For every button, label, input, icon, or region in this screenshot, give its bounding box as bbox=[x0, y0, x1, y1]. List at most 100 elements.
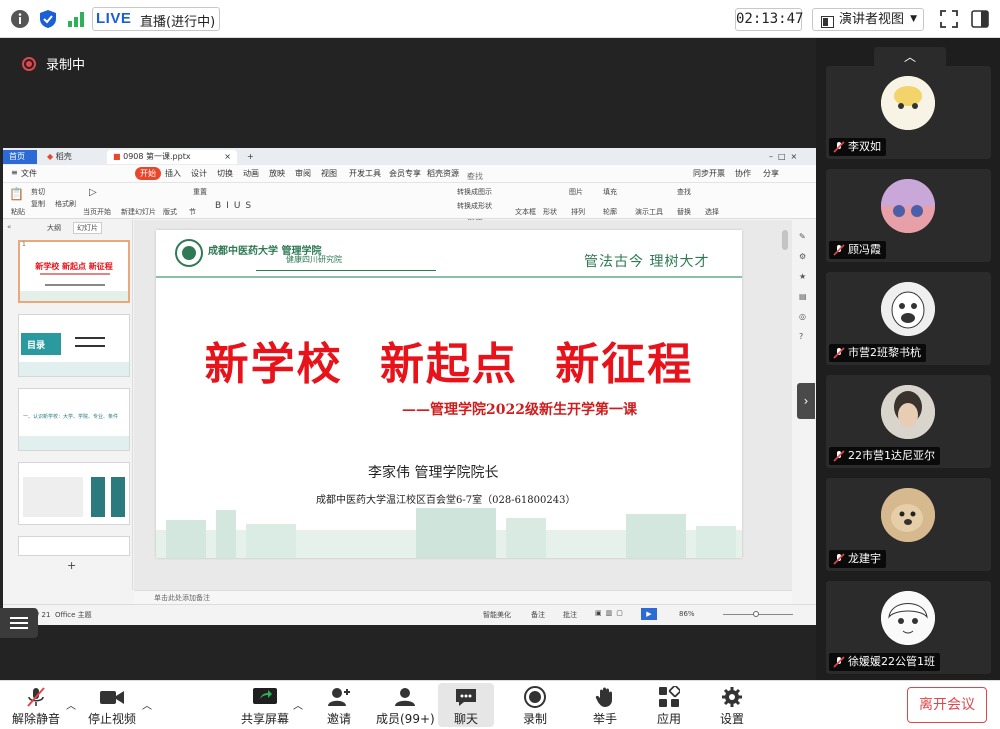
side-panel-toggle-icon[interactable] bbox=[970, 9, 990, 29]
members-button[interactable]: 成员(99+) bbox=[376, 685, 435, 727]
paste-icon[interactable]: 📋 bbox=[9, 187, 24, 201]
status-notes[interactable]: 备注 bbox=[531, 610, 545, 620]
textbox-button[interactable]: 文本框 bbox=[515, 207, 536, 217]
convert-shape-button[interactable]: 转换成形状 bbox=[457, 201, 492, 211]
tab-outline[interactable]: 大纲 bbox=[47, 223, 61, 233]
slide-thumb-5[interactable] bbox=[18, 536, 130, 556]
view-mode-button[interactable]: 演讲者视图 ▼ bbox=[812, 8, 924, 31]
collapse-panel-icon[interactable]: « bbox=[7, 223, 11, 231]
hamburger-icon[interactable]: ≡ bbox=[11, 168, 18, 177]
apps-button[interactable]: 应用 bbox=[656, 685, 682, 727]
fullscreen-icon[interactable] bbox=[939, 9, 959, 29]
invite-button[interactable]: 邀请 bbox=[326, 685, 352, 727]
add-slide-icon[interactable]: + bbox=[67, 559, 76, 572]
replace-button[interactable]: 替换 bbox=[677, 207, 691, 217]
notes-area[interactable]: 单击此处添加备注 bbox=[134, 590, 792, 604]
slide-thumb-3[interactable]: 一、认识新学校：大学、学院、专业、条件 bbox=[18, 388, 130, 451]
find-button[interactable]: 查找 bbox=[677, 187, 691, 197]
menu-review[interactable]: 审阅 bbox=[295, 168, 311, 179]
menu-insert[interactable]: 插入 bbox=[165, 168, 181, 179]
participant-tile[interactable]: 李双如 bbox=[826, 66, 991, 159]
select-button[interactable]: 选择 bbox=[705, 207, 719, 217]
slide-thumb-4[interactable] bbox=[18, 462, 130, 525]
share-options-caret-icon[interactable]: ︿ bbox=[293, 697, 303, 712]
fill-button[interactable]: 填充 bbox=[603, 187, 617, 197]
chat-button[interactable]: 聊天 bbox=[438, 683, 494, 727]
audio-options-caret-icon[interactable]: ︿ bbox=[66, 697, 76, 712]
tool-icon[interactable]: ▤ bbox=[799, 292, 807, 301]
participant-tile[interactable]: 22市营1达尼亚尔 bbox=[826, 375, 991, 468]
section-button[interactable]: 节 bbox=[189, 207, 196, 217]
menu-member[interactable]: 会员专享 bbox=[389, 168, 421, 179]
tab-docer[interactable]: ◆ 稻壳 bbox=[41, 150, 78, 164]
format-painter-button[interactable]: 格式刷 bbox=[55, 199, 76, 209]
share-button[interactable]: 分享 bbox=[763, 168, 779, 179]
tab-slides[interactable]: 幻灯片 bbox=[73, 222, 102, 234]
status-beautify[interactable]: 智能美化 bbox=[483, 610, 511, 620]
menu-file[interactable]: 文件 bbox=[21, 168, 37, 179]
menu-animation[interactable]: 动画 bbox=[243, 168, 259, 179]
stop-video-button[interactable]: 停止视频 bbox=[88, 685, 136, 727]
slide-thumb-2[interactable]: 目录 bbox=[18, 314, 130, 377]
tool-icon[interactable]: ★ bbox=[799, 272, 806, 281]
tool-icon[interactable]: ? bbox=[799, 332, 803, 341]
reset-button[interactable]: 重置 bbox=[193, 187, 207, 197]
unmute-button[interactable]: 解除静音 bbox=[12, 685, 60, 727]
share-screen-button[interactable]: 共享屏幕 bbox=[241, 685, 289, 727]
menu-docer-resources[interactable]: 稻壳资源 bbox=[427, 168, 459, 179]
video-options-caret-icon[interactable]: ︿ bbox=[142, 697, 152, 712]
menu-slideshow[interactable]: 放映 bbox=[269, 168, 285, 179]
new-slide-button[interactable]: 新建幻灯片 bbox=[121, 207, 156, 217]
tool-icon[interactable]: ◎ bbox=[799, 312, 806, 321]
font-style-buttons[interactable]: BIUS bbox=[215, 201, 256, 211]
participant-tile[interactable]: 徐媛媛22公管1班 bbox=[826, 581, 991, 674]
scroll-thumb[interactable] bbox=[782, 230, 788, 250]
tab-home[interactable]: 首页 bbox=[3, 150, 37, 164]
menu-home[interactable]: 开始 bbox=[135, 167, 161, 180]
picture-button[interactable]: 图片 bbox=[569, 187, 583, 197]
settings-button[interactable]: 设置 bbox=[719, 685, 745, 727]
tool-icon[interactable]: ✎ bbox=[799, 232, 806, 241]
menu-developer[interactable]: 开发工具 bbox=[349, 168, 381, 179]
info-icon[interactable] bbox=[10, 9, 30, 29]
menu-view[interactable]: 视图 bbox=[321, 168, 337, 179]
signal-strength-icon[interactable] bbox=[66, 9, 86, 29]
layout-button[interactable]: 版式 bbox=[163, 207, 177, 217]
slide-thumb-1[interactable]: 1 新学校 新起点 新征程 bbox=[18, 240, 130, 303]
floating-menu-button[interactable] bbox=[0, 608, 38, 638]
tab-file[interactable]: ■ 0908 第一课.pptx × bbox=[107, 150, 237, 164]
outline-button[interactable]: 轮廓 bbox=[603, 207, 617, 217]
view-buttons[interactable]: ▣▥▢ bbox=[595, 609, 627, 617]
play-icon[interactable]: ▷ bbox=[89, 187, 97, 198]
tool-icon[interactable]: ⚙ bbox=[799, 252, 806, 261]
shape-button[interactable]: 形状 bbox=[543, 207, 557, 217]
current-slide[interactable]: 成都中医药大学 管理学院 健康四川研究院 管法古今 理树大才 新学校 新起点 新… bbox=[156, 230, 742, 558]
scroll-up-button[interactable]: ︿ bbox=[874, 47, 946, 67]
play-slideshow-icon[interactable]: ▶ bbox=[641, 608, 657, 620]
participant-tile[interactable]: 市营2班黎书杭 bbox=[826, 272, 991, 365]
shared-screen[interactable]: 首页 ◆ 稻壳 ■ 0908 第一课.pptx × + –□× ≡ 文件 开始 … bbox=[3, 148, 816, 625]
menu-transition[interactable]: 切换 bbox=[217, 168, 233, 179]
status-zoom[interactable]: 86% bbox=[679, 610, 695, 618]
window-controls[interactable]: –□× bbox=[763, 150, 808, 164]
collab-button[interactable]: 协作 bbox=[735, 168, 751, 179]
copy-button[interactable]: 复制 bbox=[31, 199, 45, 209]
zoom-slider[interactable] bbox=[723, 611, 793, 617]
sync-button[interactable]: 同步开票 bbox=[693, 168, 725, 179]
collapse-panel-arrow[interactable]: › bbox=[797, 383, 815, 419]
zoom-slider-thumb[interactable] bbox=[753, 611, 759, 617]
vertical-scrollbar[interactable] bbox=[782, 230, 790, 570]
status-comments[interactable]: 批注 bbox=[563, 610, 577, 620]
raise-hand-button[interactable]: 举手 bbox=[592, 685, 618, 727]
menu-design[interactable]: 设计 bbox=[191, 168, 207, 179]
convert-smartart-button[interactable]: 转换成图示 bbox=[457, 187, 492, 197]
leave-meeting-button[interactable]: 离开会议 bbox=[907, 687, 987, 723]
cut-button[interactable]: 剪切 bbox=[31, 187, 45, 197]
participant-tile[interactable]: 龙建宇 bbox=[826, 478, 991, 571]
close-tab-icon[interactable]: × bbox=[224, 150, 231, 164]
shield-icon[interactable] bbox=[38, 9, 58, 29]
participant-tile[interactable]: 顾冯霞 bbox=[826, 169, 991, 262]
record-button[interactable]: 录制 bbox=[522, 685, 548, 727]
from-current-button[interactable]: 当页开始 bbox=[83, 207, 111, 217]
arrange-button[interactable]: 排列 bbox=[571, 207, 585, 217]
